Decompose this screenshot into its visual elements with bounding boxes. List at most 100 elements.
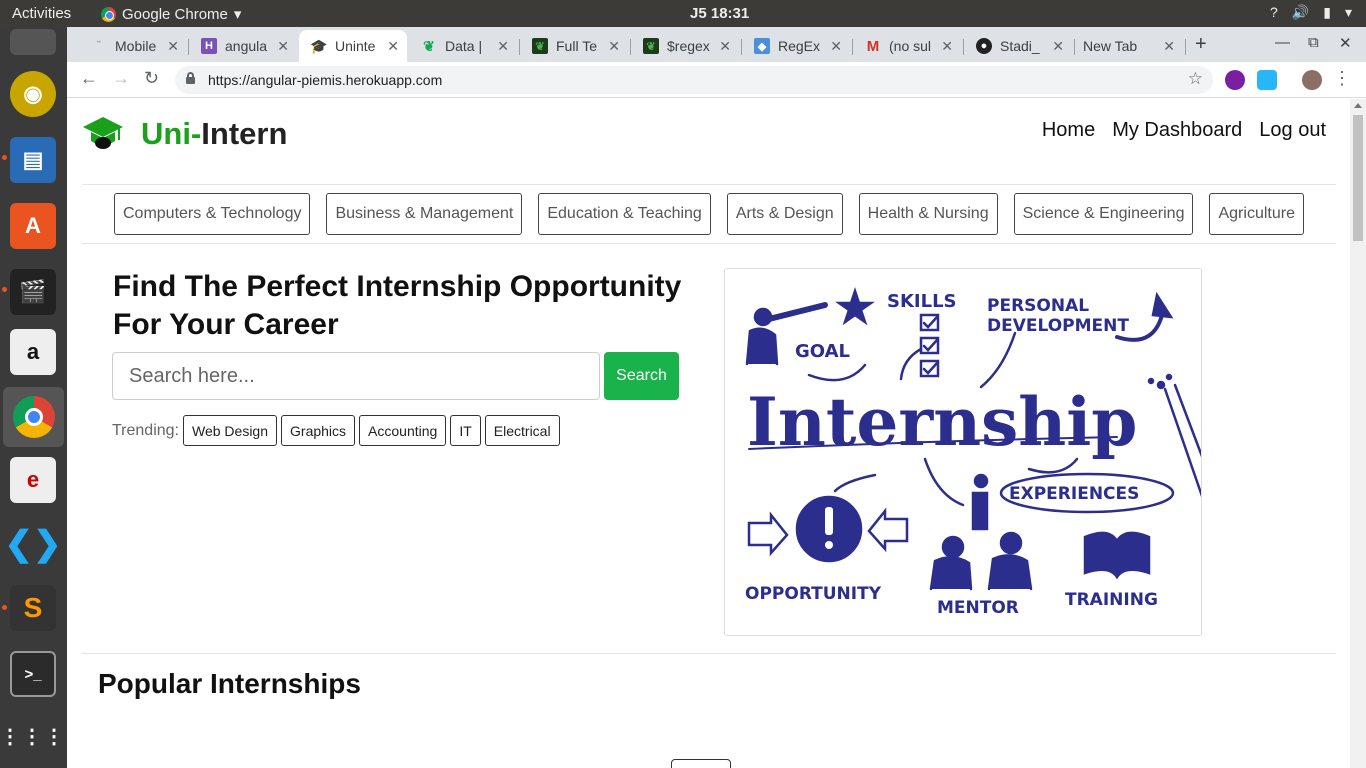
tab-full-text[interactable]: ❦ Full Te ✕ [520, 30, 628, 62]
illustration-main-word: Internship [747, 383, 1137, 461]
tab-angular[interactable]: H angula ✕ [189, 30, 297, 62]
tab-gmail[interactable]: M (no sul ✕ [853, 30, 961, 62]
pdf-viewer-icon[interactable]: e [10, 457, 56, 503]
rhythmbox-icon[interactable]: ◉ [10, 71, 56, 117]
category-health-nursing[interactable]: Health & Nursing [858, 193, 998, 235]
tab-title: (no sul [889, 38, 932, 54]
writer-icon[interactable]: ▤ [10, 137, 56, 183]
close-icon[interactable]: ✕ [941, 38, 953, 55]
reload-button[interactable]: ↻ [144, 68, 159, 89]
nav-log-out[interactable]: Log out [1259, 119, 1326, 142]
illustration-word-experiences: EXPERIENCES [1009, 484, 1139, 504]
nav-home[interactable]: Home [1042, 119, 1095, 142]
illustration-word-opportunity: OPPORTUNITY [745, 584, 882, 604]
mongodb-leaf-icon: ❦ [532, 38, 548, 54]
regexp-icon: ◆ [754, 38, 770, 54]
close-icon[interactable]: ✕ [1052, 38, 1064, 55]
software-center-icon[interactable]: A [10, 203, 56, 249]
terminal-icon[interactable]: >_ [10, 651, 56, 697]
minimize-button[interactable]: — [1275, 34, 1290, 51]
amazon-icon[interactable]: a [10, 329, 56, 375]
close-icon[interactable]: ✕ [830, 38, 842, 55]
internship-illustration-image: GOAL SKILLS PERSONAL DEVELOPMENT Interns… [745, 287, 1201, 618]
extension-icon[interactable] [1257, 70, 1277, 90]
illustration-word-goal: GOAL [795, 341, 850, 362]
trending-tag-it[interactable]: IT [450, 415, 481, 446]
maximize-button[interactable]: ⧉ [1308, 34, 1319, 51]
tab-title: Full Te [556, 38, 597, 54]
clock[interactable]: J5 18:31 [690, 5, 749, 22]
tab-regex[interactable]: ❦ $regex ✕ [631, 30, 739, 62]
close-icon[interactable]: ✕ [277, 38, 289, 55]
system-top-bar: Activities Google Chrome ▾ J5 18:31 ? 🔊 … [0, 0, 1366, 27]
tab-regexp[interactable]: ◆ RegEx ✕ [742, 30, 850, 62]
vscode-icon[interactable]: ❮❯ [5, 521, 62, 567]
search-input[interactable] [112, 352, 600, 400]
new-tab-button[interactable]: + [1195, 33, 1207, 56]
profile-avatar[interactable] [1302, 70, 1322, 90]
scrollbar-thumb[interactable] [1353, 115, 1363, 241]
chevron-down-icon: ▾ [1344, 4, 1352, 20]
category-agriculture[interactable]: Agriculture [1209, 193, 1304, 235]
close-icon[interactable]: ✕ [719, 38, 731, 55]
illustration-word-personal: PERSONAL [987, 296, 1089, 316]
system-tray[interactable]: ? 🔊 ▮ ▾ [1270, 4, 1352, 21]
close-icon[interactable]: ✕ [1163, 38, 1175, 55]
tab-data[interactable]: ❦ Data | ✕ [409, 30, 517, 62]
trending-tag-electrical[interactable]: Electrical [484, 415, 560, 446]
video-editor-icon[interactable]: 🎬 [10, 269, 56, 315]
activities-button[interactable]: Activities [12, 5, 71, 22]
trending-tag-web-design[interactable]: Web Design [183, 415, 278, 446]
lock-icon[interactable] [186, 72, 195, 84]
back-button[interactable]: ← [80, 68, 98, 89]
web-page: Uni-Intern Home My Dashboard Log out Com… [67, 99, 1350, 768]
site-logo[interactable]: Uni-Intern [82, 114, 287, 154]
bookmark-star-icon[interactable]: ☆ [1188, 69, 1203, 89]
hero-title: Find The Perfect Internship Opportunity … [113, 270, 682, 341]
content-card-edge [671, 759, 731, 768]
illustration-word-mentor: MENTOR [937, 598, 1019, 618]
close-icon[interactable]: ✕ [387, 38, 399, 55]
tab-new-tab[interactable]: New Tab ✕ [1075, 30, 1183, 62]
chrome-icon [101, 6, 116, 22]
close-icon[interactable]: ✕ [608, 38, 620, 55]
mongodb-leaf-icon: ❦ [643, 38, 659, 54]
close-icon[interactable]: ✕ [167, 38, 179, 55]
tab-mobile[interactable]: ˘ Mobile ✕ [79, 30, 187, 62]
chrome-menu-icon[interactable]: ⋮ [1333, 68, 1351, 89]
category-education-teaching[interactable]: Education & Teaching [538, 193, 711, 235]
tab-title: Uninte [335, 38, 376, 54]
app-menu[interactable]: Google Chrome ▾ [101, 5, 241, 23]
category-computers-technology[interactable]: Computers & Technology [114, 193, 311, 235]
address-bar[interactable]: https://angular-piemis.herokuapp.com ☆ [175, 66, 1213, 94]
chrome-dock-icon[interactable] [3, 387, 64, 447]
forward-button[interactable]: → [112, 68, 130, 89]
page-scrollbar[interactable] [1350, 99, 1366, 768]
trending-tag-graphics[interactable]: Graphics [281, 415, 356, 446]
category-business-management[interactable]: Business & Management [326, 193, 523, 235]
graduation-cap-icon: 🎓 [310, 37, 328, 54]
files-icon[interactable] [10, 29, 56, 55]
nav-my-dashboard[interactable]: My Dashboard [1112, 119, 1242, 142]
category-science-engineering[interactable]: Science & Engineering [1013, 193, 1194, 235]
trending-tag-accounting[interactable]: Accounting [359, 415, 447, 446]
tab-title: Stadi_ [1000, 38, 1040, 54]
tab-title: RegEx [778, 38, 821, 54]
extension-podcast-icon[interactable] [1225, 70, 1245, 90]
tab-uniintern[interactable]: 🎓 Uninte ✕ [299, 30, 407, 62]
tab-title: $regex [667, 38, 710, 54]
tab-strip: ˘ Mobile ✕ H angula ✕ 🎓 Uninte ✕ ❦ Data … [67, 27, 1366, 62]
show-apps-icon[interactable]: ⋮⋮⋮ [0, 713, 64, 759]
sublime-text-icon[interactable]: S [10, 585, 56, 631]
tab-github[interactable]: ● Stadi_ ✕ [964, 30, 1072, 62]
popular-internships-title: Popular Internships [98, 668, 361, 699]
category-arts-design[interactable]: Arts & Design [726, 193, 843, 235]
close-icon[interactable]: ✕ [497, 38, 509, 55]
running-indicator [2, 287, 7, 292]
scroll-up-arrow[interactable] [1354, 103, 1362, 108]
search-button[interactable]: Search [604, 352, 679, 400]
browser-toolbar: ← → ↻ https://angular-piemis.herokuapp.c… [67, 62, 1366, 98]
close-window-button[interactable]: ✕ [1339, 34, 1352, 52]
url-text[interactable]: https://angular-piemis.herokuapp.com [208, 72, 442, 88]
battery-icon: ▮ [1323, 4, 1331, 20]
